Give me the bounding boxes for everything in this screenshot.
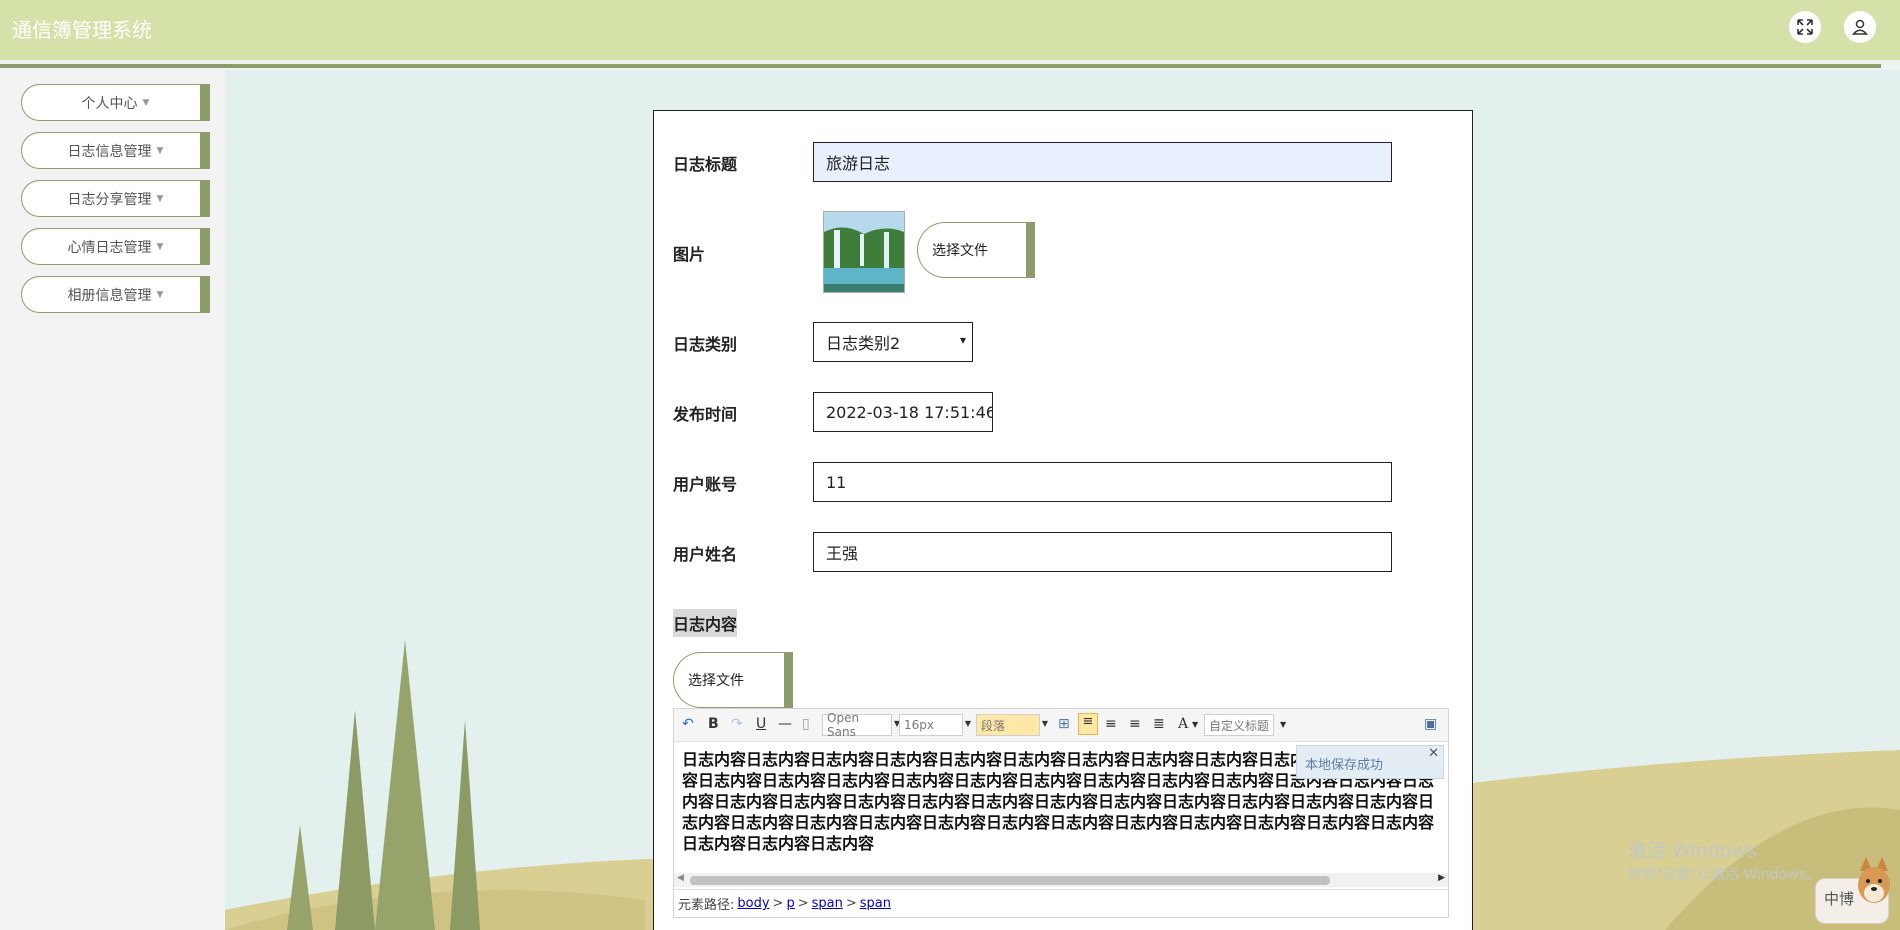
content-label: 日志内容 <box>673 609 738 637</box>
chevron-down-icon: ▼ <box>1192 720 1199 729</box>
image-file-button-label: 选择文件 <box>932 243 988 259</box>
path-link-span-inner[interactable]: span <box>860 896 891 911</box>
chevron-down-icon: ▼ <box>156 289 164 300</box>
account-input[interactable]: 11 <box>813 462 1392 502</box>
rich-text-editor[interactable]: ↶ B ↷ U — ▯ Open Sans ▼ 16px ▼ 段落 ▼ ⊞ ≡ … <box>673 708 1449 918</box>
table-icon[interactable]: ⊞ <box>1058 716 1070 732</box>
chevron-down-icon: ▼ <box>1041 719 1048 728</box>
mascot-badge: 中博 <box>1824 890 1855 908</box>
sidebar-item-log-info[interactable]: 日志信息管理 ▼ <box>21 132 210 169</box>
font-family-select[interactable]: Open Sans ▼ <box>822 711 900 739</box>
image-label: 图片 <box>673 245 706 264</box>
watermark-line1: 激活 Windows <box>1628 840 1757 862</box>
chevron-down-icon: ▾ <box>959 333 966 347</box>
fullscreen-button[interactable] <box>1789 11 1821 43</box>
content-file-button-label: 选择文件 <box>688 673 744 689</box>
content-file-button[interactable]: 选择文件 <box>673 652 793 708</box>
sidebar-item-label: 个人中心 <box>81 95 138 112</box>
editor-toolbar: ↶ B ↷ U — ▯ Open Sans ▼ 16px ▼ 段落 ▼ ⊞ ≡ … <box>674 709 1448 742</box>
scroll-right-icon[interactable]: ▶ <box>1438 873 1445 883</box>
paragraph-select[interactable]: 段落 ▼ <box>976 714 1048 736</box>
chevron-down-icon: ▼ <box>964 719 971 728</box>
title-label: 日志标题 <box>673 155 738 174</box>
font-size-select[interactable]: 16px ▼ <box>899 714 971 736</box>
sidebar-item-mood-log[interactable]: 心情日志管理 ▼ <box>21 228 210 265</box>
fullscreen-editor-icon[interactable]: ▣ <box>1424 716 1437 732</box>
category-selected-value: 日志类别2 <box>826 334 901 353</box>
scroll-left-icon[interactable]: ◀ <box>677 873 684 883</box>
font-color-icon[interactable]: A <box>1178 716 1188 732</box>
account-label: 用户账号 <box>673 475 738 494</box>
element-path-label: 元素路径: <box>678 898 735 913</box>
top-header: 通信簿管理系统 <box>0 0 1900 68</box>
waterfall-image-icon <box>824 212 904 292</box>
font-size-value: 16px <box>904 718 934 732</box>
save-toast-text: 本地保存成功 <box>1305 758 1384 773</box>
scrollbar-thumb[interactable] <box>690 876 1330 885</box>
custom-title-select[interactable]: 自定义标题 <box>1204 714 1274 736</box>
underline-icon[interactable]: U <box>756 716 766 732</box>
close-icon[interactable]: ✕ <box>1428 746 1439 761</box>
align-right-icon[interactable]: ≡ <box>1105 716 1117 732</box>
page-icon[interactable]: ▯ <box>802 716 810 732</box>
align-left-icon[interactable]: ≡ <box>1078 713 1098 735</box>
user-button[interactable] <box>1844 11 1876 43</box>
category-select[interactable]: 日志类别2 ▾ <box>813 322 973 362</box>
header-divider <box>0 64 1881 68</box>
sidebar-item-personal-center[interactable]: 个人中心 ▼ <box>21 84 210 121</box>
path-link-p[interactable]: p <box>786 896 794 911</box>
align-justify-icon[interactable]: ≣ <box>1153 716 1165 732</box>
horizontal-rule-icon[interactable]: — <box>778 716 792 732</box>
undo-icon[interactable]: ↶ <box>682 716 694 732</box>
name-label: 用户姓名 <box>673 545 738 564</box>
align-center-icon[interactable]: ≡ <box>1129 716 1141 732</box>
sidebar: 个人中心 ▼ 日志信息管理 ▼ 日志分享管理 ▼ 心情日志管理 ▼ 相册信息管理 ▼ <box>0 70 225 930</box>
chevron-down-icon: ▼ <box>156 241 164 252</box>
sidebar-item-label: 心情日志管理 <box>67 239 152 256</box>
user-icon <box>1851 19 1869 35</box>
chevron-down-icon: ▼ <box>156 145 164 156</box>
app-title: 通信簿管理系统 <box>12 18 152 42</box>
main-area: 激活 Windows 转到"设置"以激活 Windows。 中博 日志标题 旅游… <box>225 70 1900 930</box>
mascot-widget[interactable]: 中博 <box>1815 857 1890 924</box>
sidebar-item-label: 日志信息管理 <box>67 143 152 160</box>
image-thumbnail <box>823 211 905 293</box>
editor-horizontal-scrollbar[interactable]: ◀ ▶ <box>674 873 1448 887</box>
sidebar-item-label: 日志分享管理 <box>67 191 152 208</box>
edit-form-panel: 日志标题 旅游日志 图片 选择文件 日志类别 日志类别2 ▾ 发布时间 2022… <box>653 110 1473 930</box>
expand-icon <box>1797 19 1813 35</box>
name-input[interactable]: 王强 <box>813 532 1392 572</box>
chevron-down-icon: ▼ <box>1280 720 1287 729</box>
path-link-body[interactable]: body <box>737 896 769 911</box>
paragraph-value: 段落 <box>981 718 1006 733</box>
dog-icon <box>1858 857 1890 903</box>
publish-time-input[interactable]: 2022-03-18 17:51:46 <box>813 392 993 432</box>
path-link-span[interactable]: span <box>812 896 843 911</box>
save-toast: 本地保存成功 ✕ <box>1296 745 1444 779</box>
custom-title-value: 自定义标题 <box>1209 718 1270 733</box>
sidebar-item-label: 相册信息管理 <box>67 287 152 304</box>
redo-icon[interactable]: ↷ <box>731 716 743 732</box>
image-file-button[interactable]: 选择文件 <box>917 222 1035 278</box>
category-label: 日志类别 <box>673 335 738 354</box>
chevron-down-icon: ▼ <box>156 193 164 204</box>
sidebar-item-log-share[interactable]: 日志分享管理 ▼ <box>21 180 210 217</box>
font-family-value: Open Sans <box>827 711 860 739</box>
chevron-down-icon: ▼ <box>142 97 150 108</box>
sidebar-item-album[interactable]: 相册信息管理 ▼ <box>21 276 210 313</box>
bold-icon[interactable]: B <box>708 716 719 732</box>
element-path-bar: 元素路径: body > p > span > span <box>674 889 1448 917</box>
publish-time-label: 发布时间 <box>673 405 738 424</box>
title-input[interactable]: 旅游日志 <box>813 142 1392 182</box>
watermark-line2: 转到"设置"以激活 Windows。 <box>1628 867 1820 883</box>
